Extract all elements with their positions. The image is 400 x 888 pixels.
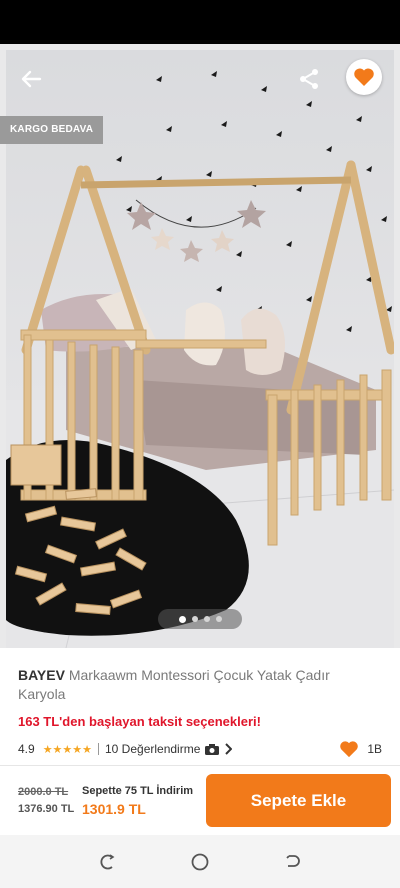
purchase-bar: 2000.0 TL 1376.90 TL Sepette 75 TL İndir…: [0, 765, 400, 836]
gallery-pager[interactable]: [158, 609, 242, 629]
recent-apps-icon: [100, 853, 115, 869]
review-count: 10 Değerlendirme: [105, 742, 201, 756]
final-price: 1301.9 TL: [82, 801, 146, 817]
recent-apps-button[interactable]: [92, 847, 122, 877]
divider: [98, 743, 99, 755]
old-price: 2000.0 TL: [18, 786, 69, 798]
product-title: BAYEV Markaawm Montessori Çocuk Yatak Ça…: [18, 666, 378, 704]
pager-dot[interactable]: [203, 616, 210, 622]
favorite-count-value: 1B: [367, 742, 382, 756]
pager-dot[interactable]: [191, 616, 198, 622]
cart-discount-label: Sepette 75 TL İndirim: [82, 785, 194, 797]
pager-dot[interactable]: [178, 615, 186, 623]
home-icon: [191, 853, 209, 870]
product-image-gallery[interactable]: KARGO BEDAVA: [0, 44, 400, 648]
reviews-link[interactable]: 10 Değerlendirme: [105, 742, 233, 756]
status-bar: [0, 0, 400, 44]
chevron-right-icon: [225, 743, 233, 755]
favorite-button[interactable]: [346, 59, 382, 95]
back-button[interactable]: [14, 62, 48, 96]
camera-icon: [205, 744, 220, 755]
back-nav-icon: [286, 854, 301, 867]
favorite-count[interactable]: 1B: [339, 740, 382, 758]
share-icon: [300, 69, 318, 89]
heart-icon: [354, 68, 374, 86]
sale-price: 1376.90 TL: [18, 803, 75, 815]
rating-value: 4.9: [18, 742, 35, 756]
add-to-cart-button[interactable]: Sepete Ekle: [206, 774, 391, 827]
installment-link[interactable]: 163 TL'den başlayan taksit seçenekleri!: [18, 714, 261, 729]
product-name: Markaawm Montessori Çocuk Yatak Çadır Ka…: [18, 667, 330, 702]
rating-row: 4.9 ★★★★★ 10 Değerlendirme 1B: [18, 740, 382, 758]
home-button[interactable]: [185, 847, 215, 877]
heart-icon: [340, 741, 359, 758]
back-nav-button[interactable]: [278, 847, 308, 877]
brand-name[interactable]: BAYEV: [18, 667, 65, 683]
back-arrow-icon: [21, 70, 42, 88]
rating-stars: ★★★★★: [42, 743, 92, 756]
free-shipping-badge: KARGO BEDAVA: [0, 116, 104, 144]
pager-dot[interactable]: [215, 616, 222, 622]
system-nav-bar: [0, 835, 400, 888]
product-info: BAYEV Markaawm Montessori Çocuk Yatak Ça…: [0, 648, 400, 760]
share-button[interactable]: [292, 62, 326, 96]
